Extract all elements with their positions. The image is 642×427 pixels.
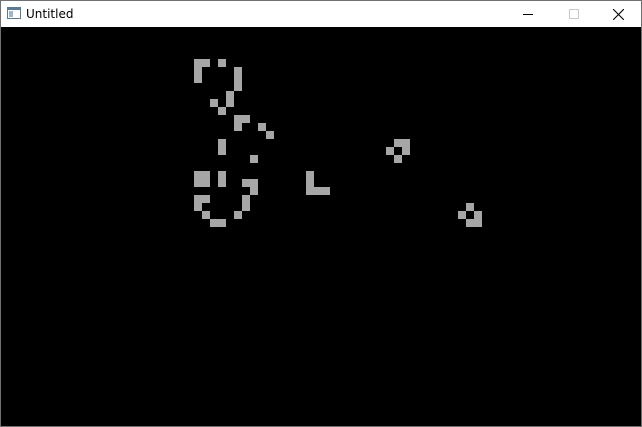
title-bar[interactable]: Untitled bbox=[1, 1, 641, 27]
pixel-cell bbox=[234, 115, 242, 123]
pixel-cell bbox=[242, 203, 250, 211]
pixel-cell bbox=[242, 195, 250, 203]
minimize-button[interactable] bbox=[505, 1, 551, 27]
pixel-cell bbox=[194, 179, 202, 187]
pixel-cell bbox=[234, 211, 242, 219]
pixel-cell bbox=[218, 171, 226, 179]
pixel-cell bbox=[242, 179, 250, 187]
pixel-cell bbox=[202, 211, 210, 219]
pixel-cell bbox=[386, 147, 394, 155]
pixel-cell bbox=[234, 83, 242, 91]
minimize-icon bbox=[523, 14, 533, 15]
window-title: Untitled bbox=[26, 7, 74, 21]
pixel-cell bbox=[250, 187, 258, 195]
pixel-cell bbox=[194, 195, 202, 203]
pixel-cell bbox=[234, 123, 242, 131]
window-app-icon bbox=[7, 7, 21, 19]
pixel-cell bbox=[394, 139, 402, 147]
pixel-cell bbox=[242, 115, 250, 123]
pixel-cell bbox=[218, 139, 226, 147]
pixel-cell bbox=[210, 219, 218, 227]
pixel-cell bbox=[210, 99, 218, 107]
pixel-cell bbox=[458, 211, 466, 219]
pixel-cell bbox=[322, 187, 330, 195]
pixel-cell bbox=[306, 171, 314, 179]
pixel-cell bbox=[226, 99, 234, 107]
pixel-cell bbox=[234, 75, 242, 83]
pixel-cell bbox=[194, 59, 202, 67]
pixel-cell bbox=[466, 219, 474, 227]
pixel-cell bbox=[250, 155, 258, 163]
close-icon bbox=[612, 8, 624, 20]
pixel-cell bbox=[306, 187, 314, 195]
pixel-cell bbox=[266, 131, 274, 139]
maximize-button[interactable] bbox=[551, 1, 597, 27]
pixel-cell bbox=[202, 179, 210, 187]
pixel-cell bbox=[194, 203, 202, 211]
pixel-cell bbox=[226, 91, 234, 99]
pixel-cell bbox=[202, 59, 210, 67]
pixel-cell bbox=[250, 179, 258, 187]
pixel-cell bbox=[218, 179, 226, 187]
pixel-cell bbox=[218, 147, 226, 155]
pixel-cell bbox=[466, 203, 474, 211]
pixel-cell bbox=[402, 139, 410, 147]
pixel-cell bbox=[218, 219, 226, 227]
pixel-cell bbox=[474, 211, 482, 219]
pixel-cell bbox=[202, 171, 210, 179]
pixel-cell bbox=[306, 179, 314, 187]
pixel-cell bbox=[194, 67, 202, 75]
pixel-cell bbox=[218, 59, 226, 67]
maximize-icon bbox=[569, 9, 579, 19]
pixel-cell bbox=[394, 155, 402, 163]
pixel-cell bbox=[202, 195, 210, 203]
pixel-cell bbox=[402, 147, 410, 155]
pixel-cell bbox=[258, 123, 266, 131]
close-button[interactable] bbox=[595, 1, 641, 27]
pixel-cell bbox=[194, 171, 202, 179]
pixel-cell bbox=[314, 187, 322, 195]
game-canvas[interactable] bbox=[1, 27, 641, 426]
pixel-cell bbox=[194, 75, 202, 83]
pixel-cell bbox=[474, 219, 482, 227]
pixel-cell bbox=[218, 107, 226, 115]
app-window: Untitled bbox=[0, 0, 642, 427]
pixel-cell bbox=[234, 67, 242, 75]
